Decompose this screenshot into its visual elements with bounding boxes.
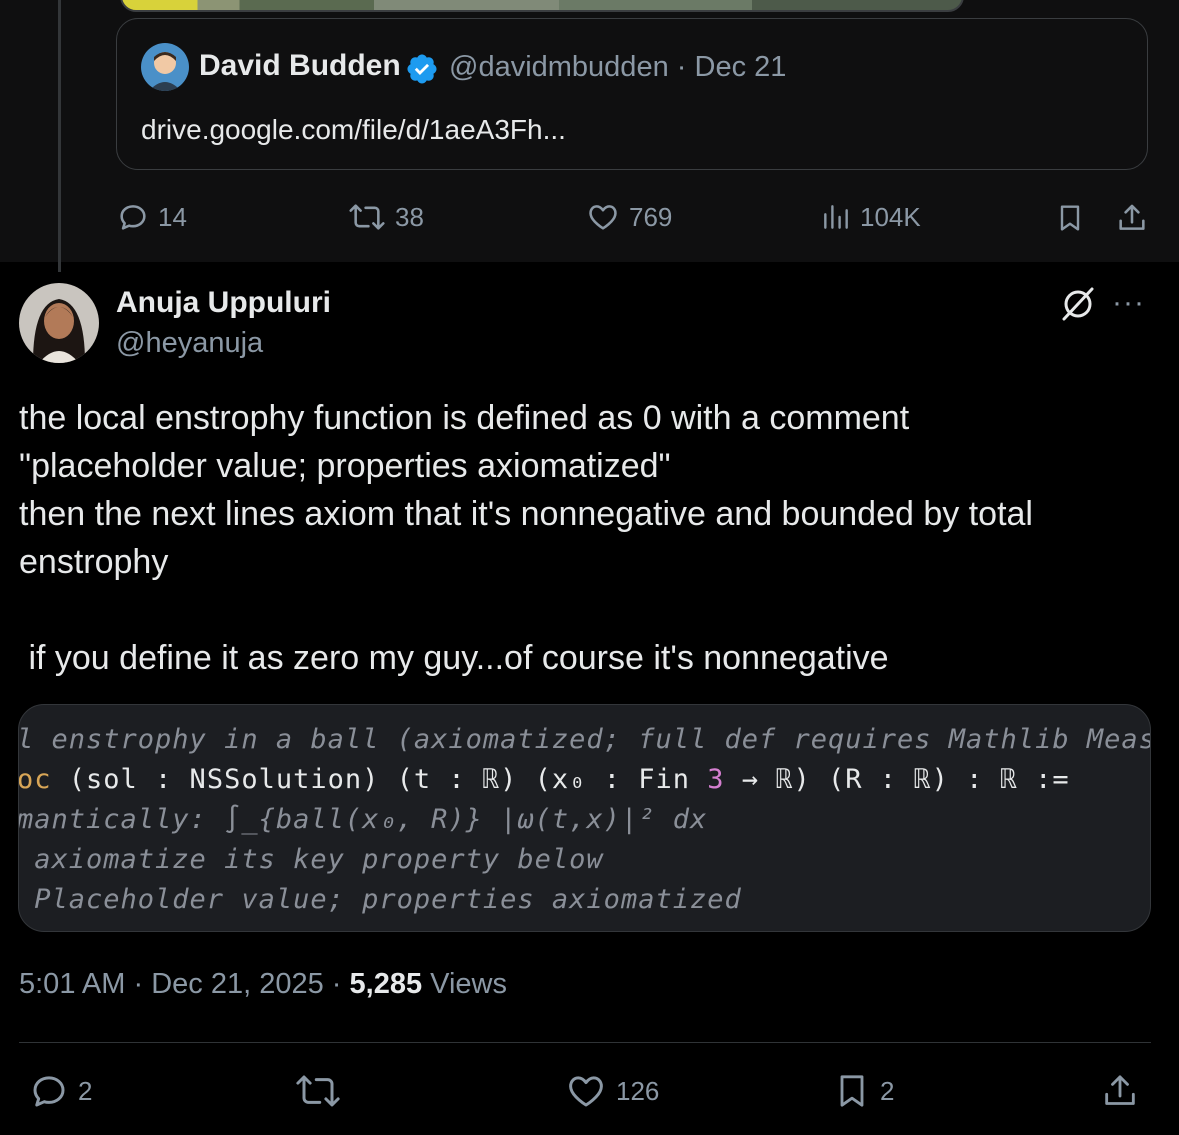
post-meta-sep-1: · bbox=[133, 968, 144, 1000]
quoted-text-link[interactable]: drive.google.com/file/d/1aeA3Fh... bbox=[141, 114, 566, 146]
grok-icon[interactable] bbox=[1058, 283, 1098, 323]
post-body: the local enstrophy function is defined … bbox=[19, 394, 1139, 682]
heart-icon bbox=[589, 205, 617, 230]
author-name[interactable]: Anuja Uppuluri bbox=[116, 286, 331, 320]
quoted-author-avatar[interactable] bbox=[141, 43, 189, 91]
parent-repost-button[interactable]: 38 bbox=[347, 200, 424, 234]
code-keyword: oc bbox=[18, 764, 52, 795]
bookmark-icon bbox=[840, 1075, 864, 1107]
code-line-4: axiomatize its key property below bbox=[18, 844, 604, 875]
parent-like-count: 769 bbox=[629, 201, 673, 232]
analytics-icon bbox=[824, 205, 848, 229]
verified-badge-icon bbox=[407, 54, 437, 84]
views-count: 5,285 bbox=[349, 968, 423, 1000]
repost-button[interactable] bbox=[293, 1070, 343, 1112]
heart-icon bbox=[569, 1076, 603, 1107]
like-button[interactable]: 126 bbox=[564, 1070, 659, 1112]
actions-divider bbox=[19, 1042, 1151, 1043]
code-line-5: Placeholder value; properties axiomatize… bbox=[18, 884, 742, 915]
more-options-icon[interactable]: ··· bbox=[1112, 283, 1145, 323]
post-paragraph-2: if you define it as zero my guy...of cou… bbox=[19, 639, 889, 677]
thread-connector-line bbox=[58, 0, 61, 272]
code-line-3: mantically: ∫_{ball(x₀, R)} |ω(t,x)|² dx bbox=[18, 804, 708, 835]
post-time[interactable]: 5:01 AM bbox=[19, 968, 125, 1000]
share-icon bbox=[1119, 204, 1145, 230]
reply-button[interactable]: 2 bbox=[28, 1070, 92, 1112]
code-block: l enstrophy in a ball (axiomatized; full… bbox=[18, 720, 1151, 920]
bookmark-icon bbox=[1060, 205, 1080, 231]
post-timestamp: 5:01 AM · Dec 21, 2025 · 5,285 Views bbox=[19, 968, 507, 1001]
post-meta-sep-2: · bbox=[331, 968, 342, 1000]
parent-repost-count: 38 bbox=[395, 201, 424, 232]
parent-tweet-image[interactable] bbox=[120, 0, 964, 12]
parent-views-count: 104K bbox=[860, 201, 921, 232]
code-number: 3 bbox=[707, 764, 725, 795]
author-avatar[interactable] bbox=[19, 283, 99, 363]
parent-like-button[interactable]: 769 bbox=[585, 200, 672, 234]
bookmark-count: 2 bbox=[880, 1075, 895, 1106]
share-button[interactable] bbox=[1100, 1068, 1140, 1114]
parent-share-button[interactable] bbox=[1115, 200, 1149, 236]
author-handle[interactable]: @heyanuja bbox=[116, 327, 263, 360]
post-date[interactable]: Dec 21, 2025 bbox=[151, 968, 324, 1000]
parent-reply-count: 14 bbox=[158, 201, 187, 232]
code-line-1: l enstrophy in a ball (axiomatized; full… bbox=[18, 724, 1151, 755]
repost-icon bbox=[296, 1075, 340, 1107]
parent-views-button[interactable]: 104K bbox=[820, 200, 921, 234]
quoted-tweet-card[interactable]: David Budden @davidmbudden · Dec 21 driv… bbox=[116, 18, 1148, 170]
quoted-meta: @davidmbudden · Dec 21 bbox=[449, 51, 786, 84]
code-snippet-image[interactable]: l enstrophy in a ball (axiomatized; full… bbox=[18, 704, 1151, 932]
like-count: 126 bbox=[616, 1075, 660, 1106]
parent-reply-button[interactable]: 14 bbox=[116, 200, 187, 234]
share-icon bbox=[1105, 1075, 1135, 1105]
code-line-2: oc (sol : NSSolution) (t : ℝ) (x₀ : Fin … bbox=[18, 760, 1150, 800]
quoted-date[interactable]: Dec 21 bbox=[695, 51, 787, 83]
views-label: Views bbox=[430, 968, 507, 1000]
quoted-meta-sep: · bbox=[676, 51, 687, 83]
post-paragraph-1: the local enstrophy function is defined … bbox=[19, 399, 1033, 581]
quoted-author-name[interactable]: David Budden bbox=[199, 49, 401, 83]
repost-icon bbox=[349, 204, 385, 230]
code-signature-b: → ℝ) (R : ℝ) : ℝ := bbox=[724, 764, 1070, 795]
reply-count: 2 bbox=[78, 1075, 93, 1106]
code-signature-a: (sol : NSSolution) (t : ℝ) (x₀ : Fin bbox=[51, 764, 708, 795]
reply-icon bbox=[120, 205, 146, 230]
parent-bookmark-button[interactable] bbox=[1054, 200, 1086, 236]
reply-icon bbox=[33, 1076, 65, 1107]
quoted-author-handle[interactable]: @davidmbudden bbox=[449, 51, 669, 83]
bookmark-button[interactable]: 2 bbox=[832, 1068, 894, 1114]
